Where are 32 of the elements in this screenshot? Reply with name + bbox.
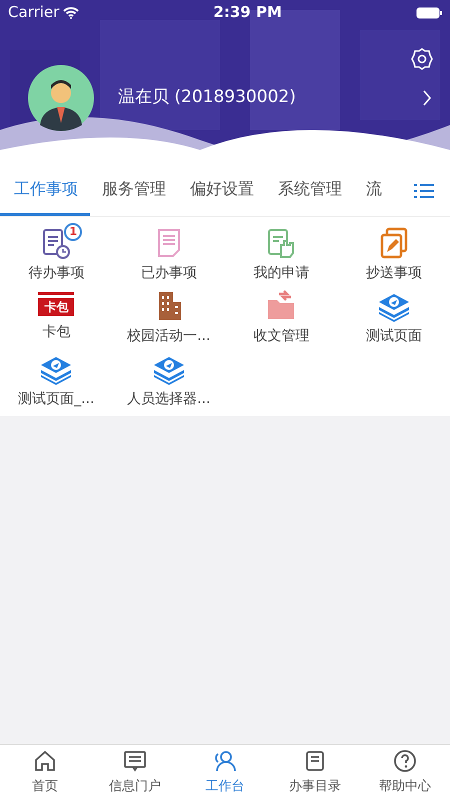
message-icon <box>123 749 147 773</box>
app-shortcut[interactable]: 1 待办事项 <box>0 223 112 286</box>
app-shortcut[interactable]: 收文管理 <box>225 286 338 349</box>
people-icon <box>213 749 237 773</box>
clock-time: 2:39 PM <box>213 2 282 23</box>
settings-icon[interactable] <box>410 46 434 71</box>
tab[interactable]: 流 <box>354 165 394 216</box>
app-shortcut[interactable]: 抄送事项 <box>338 223 450 286</box>
app-shortcut[interactable]: 我的申请 <box>225 223 338 286</box>
app-shortcut[interactable]: 测试页面_... <box>0 349 112 412</box>
tab[interactable]: 偏好设置 <box>178 165 266 216</box>
app-shortcut[interactable]: 人员选择器... <box>112 349 225 412</box>
tab[interactable]: 服务管理 <box>90 165 178 216</box>
app-shortcut[interactable]: 校园活动一... <box>112 286 225 349</box>
avatar <box>28 64 94 131</box>
app-shortcut[interactable]: 卡包 卡包 <box>0 286 112 349</box>
nav-tab[interactable]: 帮助中心 <box>360 745 450 800</box>
document-icon <box>303 749 327 773</box>
nav-tab[interactable]: 办事目录 <box>270 745 360 800</box>
nav-tab[interactable]: 首页 <box>0 745 90 800</box>
tab[interactable]: 系统管理 <box>266 165 354 216</box>
nav-tab[interactable]: 信息门户 <box>90 745 180 800</box>
app-shortcut[interactable]: 已办事项 <box>112 223 225 286</box>
home-icon <box>33 749 57 773</box>
nav-tab[interactable]: 工作台 <box>180 745 270 800</box>
help-icon <box>393 749 417 773</box>
app-shortcut[interactable]: 测试页面 <box>338 286 450 349</box>
carrier-text: Carrier <box>8 2 60 23</box>
notification-badge: 1 <box>64 223 82 241</box>
user-name: 温在贝 (2018930002) <box>118 86 297 109</box>
card-icon: 卡包 <box>38 292 74 316</box>
document-clock-icon <box>40 227 72 259</box>
